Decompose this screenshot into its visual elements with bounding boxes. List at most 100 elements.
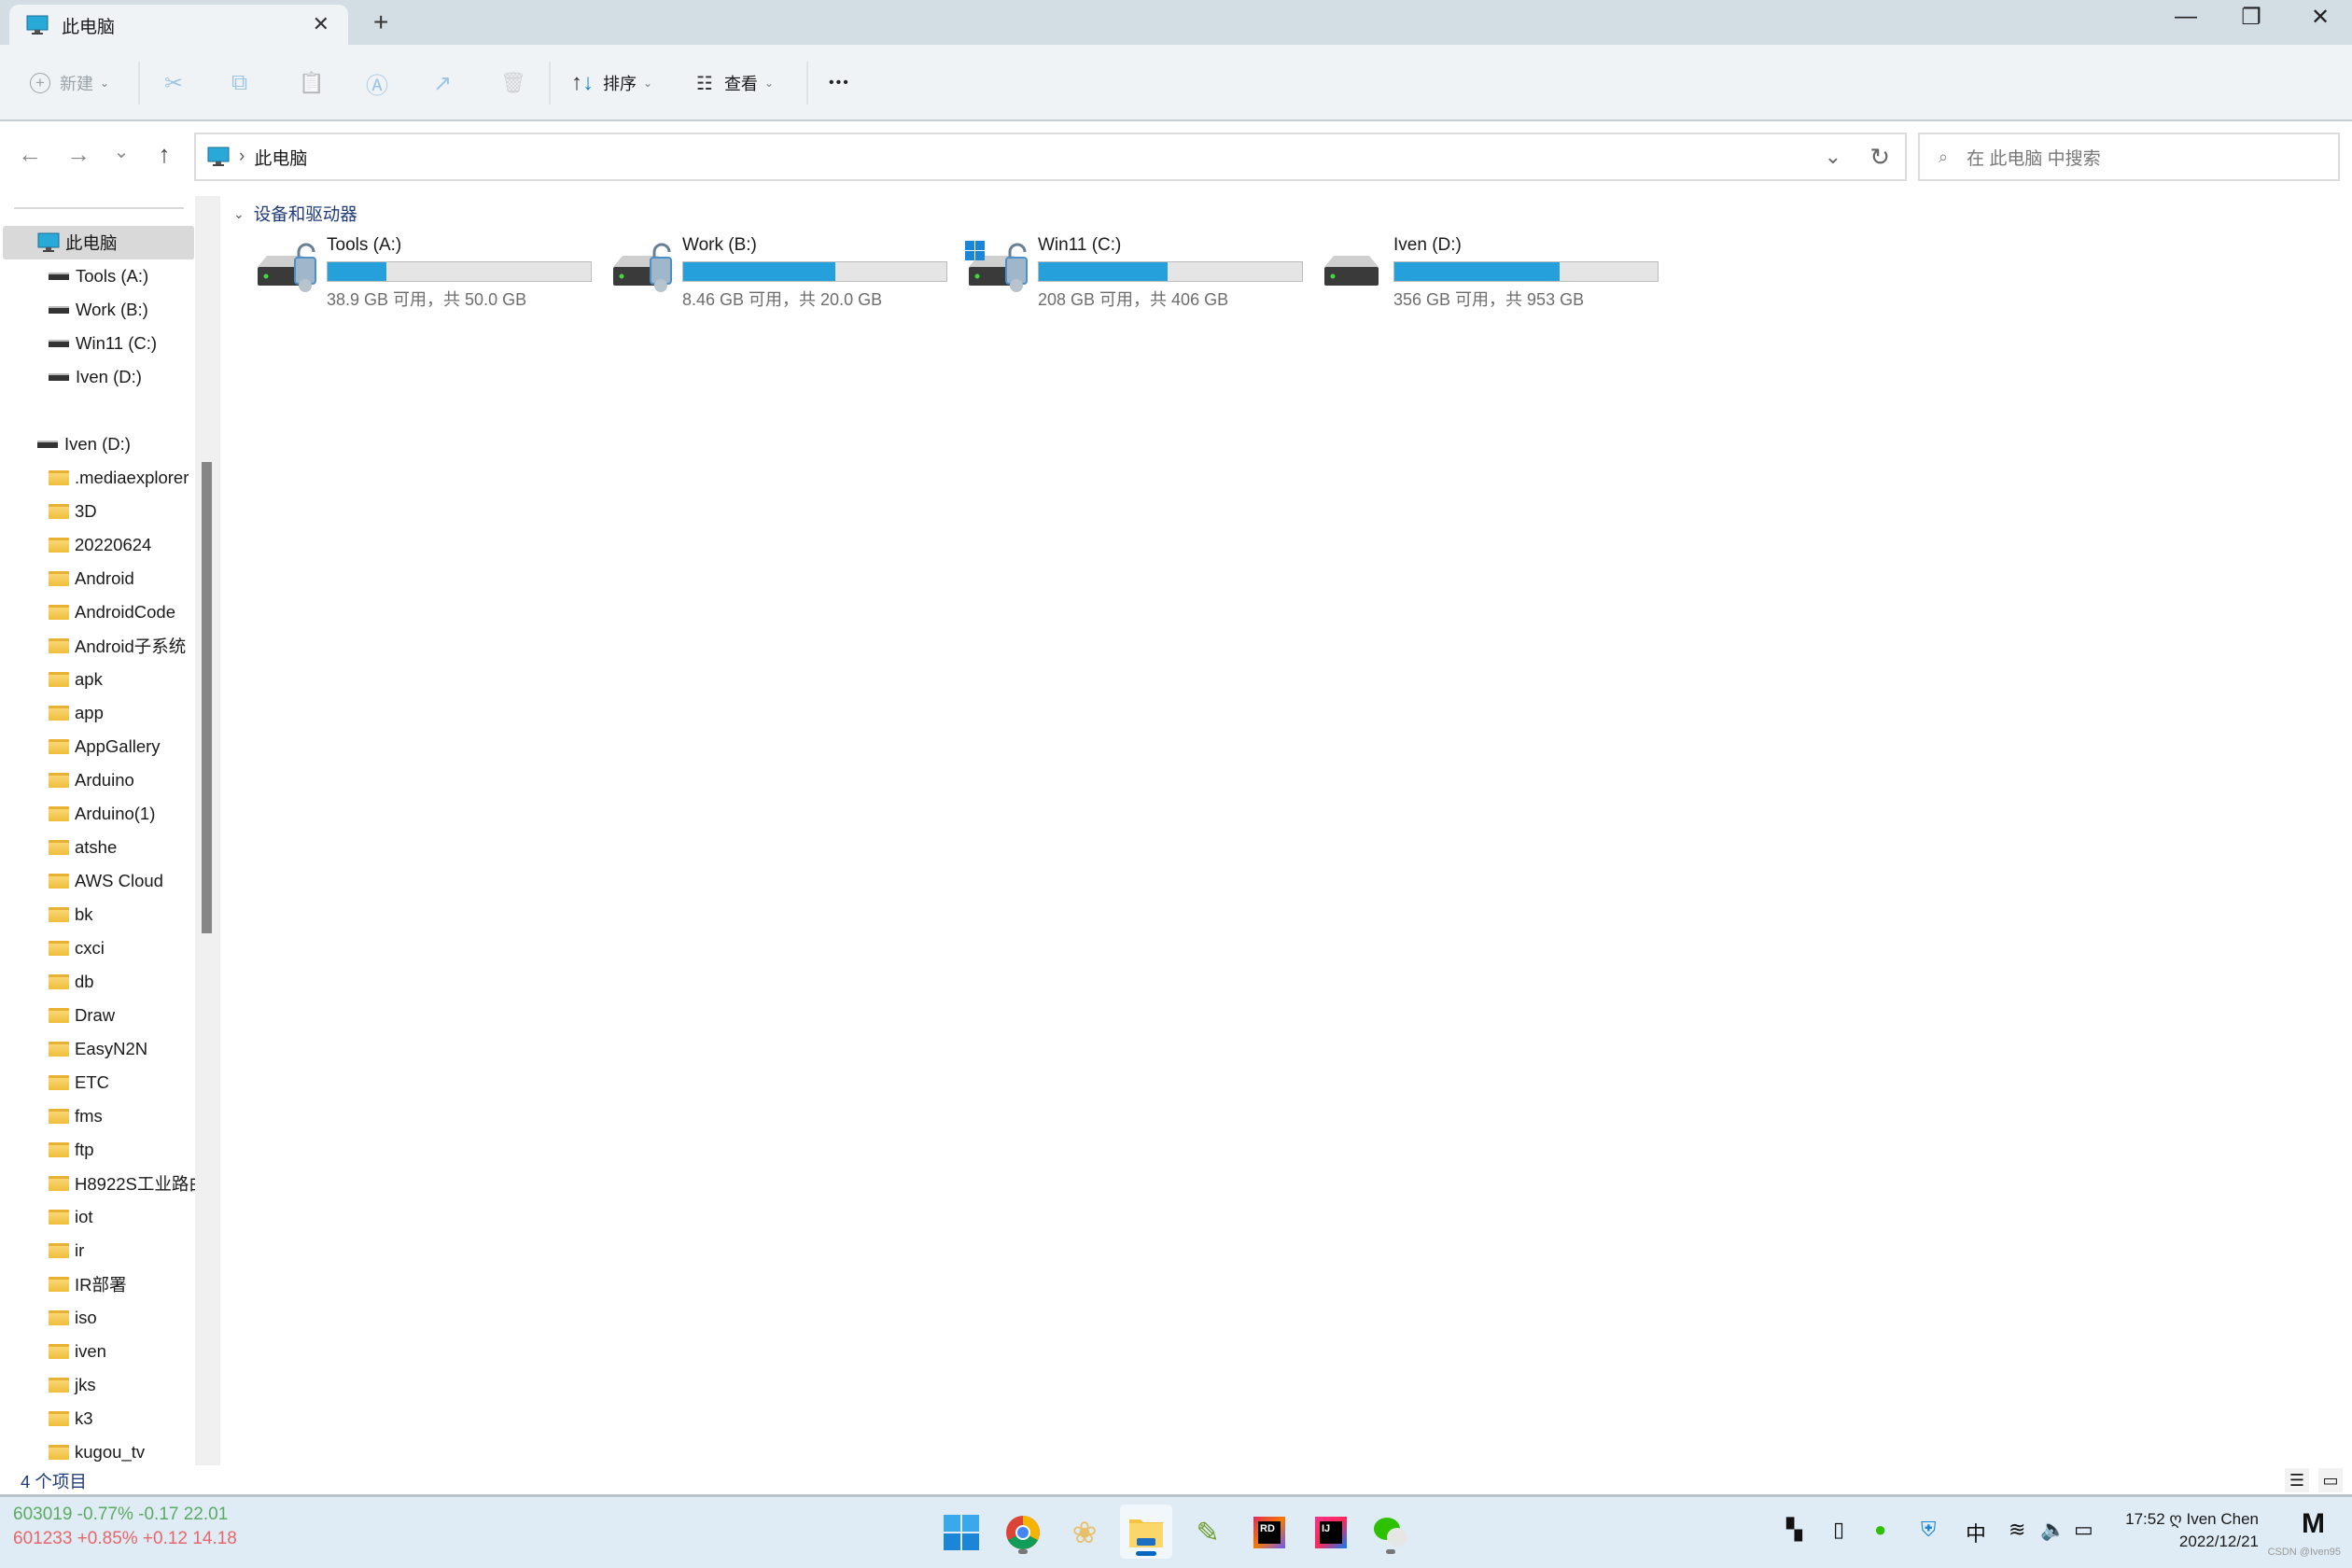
battery-icon[interactable]: ▭ <box>2074 1518 2093 1542</box>
restore-button[interactable]: ❐ <box>2223 4 2279 31</box>
clock[interactable]: 17:52 ღ Iven Chen 2022/12/21 <box>2125 1508 2259 1553</box>
folder-icon <box>49 1142 69 1157</box>
tiles-view-button[interactable]: ▭ <box>2318 1468 2343 1492</box>
taskbar-netbeans[interactable]: ❀ <box>1060 1508 1109 1557</box>
sidebar-label: 3D <box>75 501 97 521</box>
ime-indicator[interactable]: 中 <box>1966 1518 1986 1547</box>
sidebar-item-drive[interactable]: Tools (A:) <box>49 260 148 292</box>
breadcrumb-this-pc[interactable]: 此电脑 <box>254 145 307 170</box>
wechat-tray-icon[interactable]: ● <box>1874 1518 1886 1542</box>
sidebar-item-folder[interactable]: Android子系统 <box>49 630 186 662</box>
divider <box>806 62 808 105</box>
taskbar-intellij[interactable]: IJ <box>1307 1508 1355 1557</box>
sidebar-item-this-pc[interactable]: 此电脑 <box>37 227 118 259</box>
more-options-button[interactable]: ••• <box>829 67 850 99</box>
close-window-button[interactable]: ✕ <box>2292 4 2348 31</box>
taskbar-chrome[interactable] <box>999 1508 1047 1557</box>
refresh-button[interactable]: ↻ <box>1869 143 1890 172</box>
sidebar-item-folder[interactable]: Arduino <box>49 764 134 796</box>
sidebar-item-folder[interactable]: bk <box>49 899 93 931</box>
running-indicator <box>1018 1549 1028 1554</box>
start-button[interactable] <box>937 1508 986 1557</box>
sidebar-item-folder[interactable]: app <box>49 697 104 729</box>
sidebar-item-folder[interactable]: Android <box>49 563 134 595</box>
stock-ticker-2[interactable]: 601233 +0.85% +0.12 14.18 <box>13 1529 237 1549</box>
usb-eject-icon[interactable]: ▯ <box>1833 1518 1844 1542</box>
details-view-button[interactable]: ☰ <box>2285 1468 2309 1492</box>
new-button[interactable]: + 新建 ⌄ <box>30 67 109 99</box>
copy-button[interactable]: ⧉ <box>231 67 247 99</box>
sidebar-item-drive[interactable]: Win11 (C:) <box>49 328 157 359</box>
sidebar-item-folder[interactable]: jks <box>49 1369 96 1401</box>
sidebar-item-folder[interactable]: EasyN2N <box>49 1033 147 1065</box>
sidebar-item-folder[interactable]: kugou_tv <box>49 1436 145 1465</box>
search-box[interactable]: ⌕ 在 此电脑 中搜索 <box>1918 133 2340 181</box>
sidebar-item-folder[interactable]: k3 <box>49 1403 93 1435</box>
sidebar-item-folder[interactable]: AWS Cloud <box>49 865 163 897</box>
taskbar-rider[interactable]: RD <box>1245 1508 1294 1557</box>
cut-button[interactable]: ✂ <box>164 67 183 99</box>
close-tab-icon[interactable]: ✕ <box>313 12 329 36</box>
address-bar[interactable]: › 此电脑 ⌄ ↻ <box>194 133 1907 181</box>
sort-button[interactable]: ↑↓ 排序 ⌄ <box>571 67 652 99</box>
delete-button[interactable]: 🗑 <box>500 67 526 99</box>
wechat-icon <box>1374 1518 1407 1547</box>
sidebar-item-folder[interactable]: Draw <box>49 1000 115 1031</box>
back-button[interactable]: ← <box>11 140 49 169</box>
paste-button[interactable]: 📋 <box>299 67 324 99</box>
taskbar-file-explorer[interactable] <box>1120 1505 1172 1559</box>
minimize-button[interactable]: — <box>2158 4 2214 30</box>
security-shield-icon[interactable]: ⛨ <box>1921 1518 1937 1542</box>
sidebar-item-folder[interactable]: 3D <box>49 496 97 527</box>
sidebar-item-folder[interactable]: AndroidCode <box>49 596 175 628</box>
drive-tile[interactable]: Iven (D:) 356 GB 可用，共 953 GB <box>1321 235 1675 310</box>
tray-app-icon[interactable]: ▚ <box>1786 1518 1802 1542</box>
wifi-icon[interactable]: ≋ <box>2009 1518 2025 1542</box>
new-label: 新建 <box>60 75 93 93</box>
drive-usage-bar <box>327 261 592 282</box>
sidebar-item-drive[interactable]: Work (B:) <box>49 294 148 326</box>
folder-icon <box>49 1411 69 1426</box>
address-dropdown-button[interactable]: ⌄ <box>1825 145 1841 169</box>
sidebar-item-folder[interactable]: ir <box>49 1235 84 1267</box>
up-button[interactable]: ↑ <box>146 140 183 169</box>
sidebar-item-folder[interactable]: iso <box>49 1302 97 1334</box>
sidebar-item-folder[interactable]: H8922S工业路由 <box>49 1168 206 1199</box>
folder-icon <box>49 1277 69 1292</box>
forward-button[interactable]: → <box>60 140 97 169</box>
rename-button[interactable]: Ⓐ <box>366 67 388 99</box>
sidebar-item-folder[interactable]: 20220624 <box>49 529 151 561</box>
more-icon: ••• <box>829 75 850 91</box>
taskbar-notepad-plus[interactable]: ✎ <box>1183 1508 1232 1557</box>
sidebar-item-folder[interactable]: Arduino(1) <box>49 798 155 830</box>
sidebar-item-folder[interactable]: iven <box>49 1336 106 1367</box>
folder-icon <box>49 571 69 586</box>
sidebar-item-folder[interactable]: cxci <box>49 932 105 964</box>
new-tab-button[interactable]: + <box>373 7 388 37</box>
app-logo-icon[interactable]: M <box>2302 1508 2325 1540</box>
scrollbar-thumb[interactable] <box>202 462 212 933</box>
volume-icon[interactable]: 🔈 <box>2040 1518 2065 1542</box>
group-header-devices[interactable]: ⌄ 设备和驱动器 <box>233 202 357 226</box>
sidebar-item-folder[interactable]: .mediaexplorer <box>49 462 189 494</box>
drive-tile[interactable]: Tools (A:) 38.9 GB 可用，共 50.0 GB <box>254 235 609 310</box>
share-button[interactable]: ↗ <box>433 67 452 99</box>
sidebar-item-folder[interactable]: ETC <box>49 1067 109 1099</box>
sidebar-item-folder[interactable]: db <box>49 966 94 998</box>
stock-ticker-1[interactable]: 603019 -0.77% -0.17 22.01 <box>13 1505 228 1525</box>
sidebar-item-folder[interactable]: atshe <box>49 832 117 863</box>
drive-tile[interactable]: Work (B:) 8.46 GB 可用，共 20.0 GB <box>609 235 964 310</box>
tab-this-pc[interactable]: 此电脑 ✕ <box>9 5 348 46</box>
sidebar-item-folder[interactable]: iot <box>49 1201 93 1233</box>
sidebar-item-iven-d[interactable]: Iven (D:) <box>37 428 131 460</box>
sidebar-item-folder[interactable]: IR部署 <box>49 1268 127 1300</box>
sidebar-item-folder[interactable]: AppGallery <box>49 731 161 763</box>
sidebar-item-folder[interactable]: apk <box>49 664 103 695</box>
drive-tile[interactable]: Win11 (C:) 208 GB 可用，共 406 GB <box>965 235 1320 310</box>
sidebar-item-drive[interactable]: Iven (D:) <box>49 361 142 393</box>
taskbar-wechat[interactable] <box>1366 1508 1415 1557</box>
recent-locations-button[interactable]: ⌄ <box>103 140 140 163</box>
sidebar-item-folder[interactable]: ftp <box>49 1134 94 1166</box>
view-button[interactable]: ☷ 查看 ⌄ <box>696 67 774 99</box>
sidebar-item-folder[interactable]: fms <box>49 1100 103 1132</box>
